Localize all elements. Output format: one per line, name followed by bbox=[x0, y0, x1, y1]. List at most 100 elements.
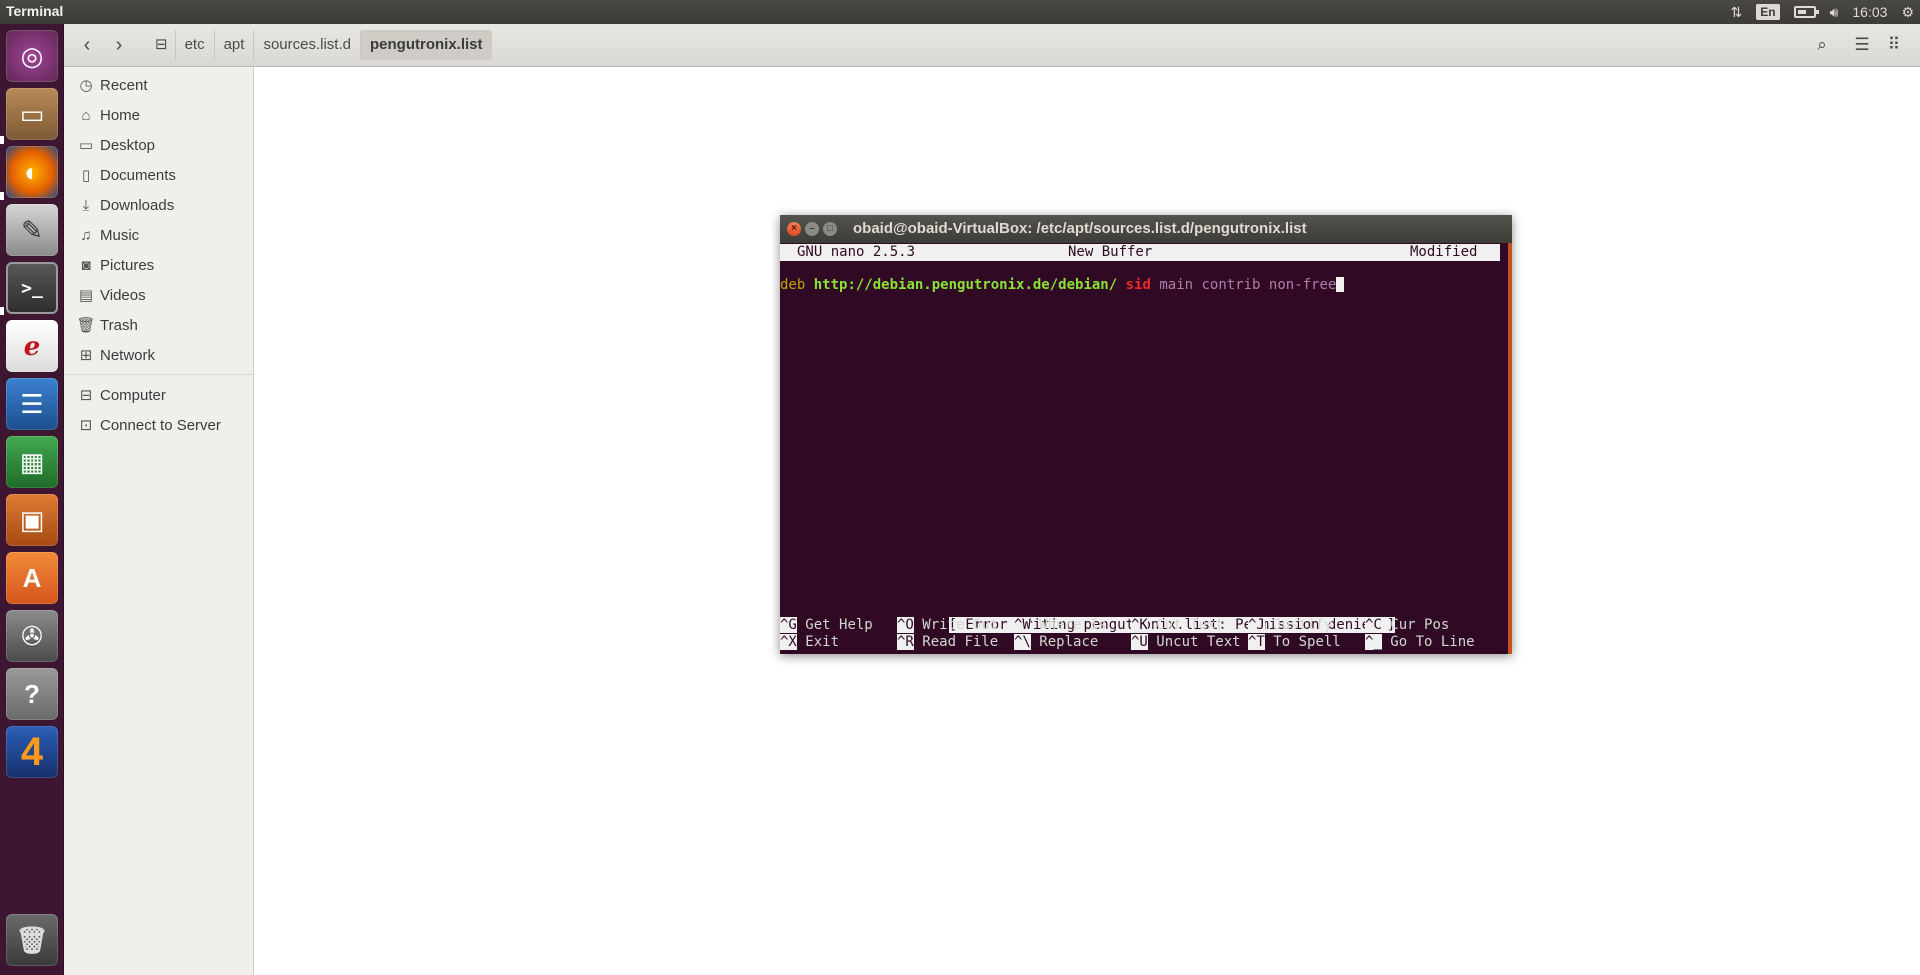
terminal-titlebar[interactable]: × – □ obaid@obaid-VirtualBox: /etc/apt/s… bbox=[780, 215, 1512, 243]
nano-title-bar: GNU nano 2.5.3 New Buffer Modified bbox=[780, 244, 1500, 261]
sidebar-item-desktop[interactable]: ▭ Desktop bbox=[64, 131, 253, 159]
sidebar-item-pictures[interactable]: ◙ Pictures bbox=[64, 251, 253, 279]
sidebar-item-label: Computer bbox=[100, 386, 166, 404]
writer-icon: ☰ bbox=[20, 388, 44, 419]
close-icon: × bbox=[791, 223, 797, 234]
repo-url: http://debian.pengutronix.de/debian/ bbox=[813, 277, 1118, 293]
launcher-trash[interactable]: 🗑︎ bbox=[6, 914, 58, 966]
launcher-running-pip bbox=[0, 307, 4, 315]
chevron-left-icon: ‹ bbox=[83, 33, 91, 56]
grid-view-icon: ⠿ bbox=[1887, 35, 1901, 54]
launcher-app-4[interactable]: 4 bbox=[6, 726, 58, 778]
download-icon: ⤓ bbox=[82, 196, 90, 214]
sidebar-divider bbox=[64, 374, 253, 375]
sidebar-item-connect-to-server[interactable]: ⊡ Connect to Server bbox=[64, 411, 253, 439]
sidebar-item-label: Music bbox=[100, 226, 140, 244]
ubuntu-logo-icon: ◎ bbox=[20, 40, 44, 71]
launcher-libreoffice-impress[interactable]: ▣ bbox=[6, 494, 58, 546]
launcher-system-settings[interactable]: ✇ bbox=[6, 610, 58, 662]
shortcut-cut-text[interactable]: ^K Cut Text bbox=[1131, 617, 1224, 634]
shortcut-to-spell[interactable]: ^T To Spell bbox=[1248, 634, 1341, 651]
sidebar-item-label: Desktop bbox=[100, 136, 156, 154]
minimize-icon: – bbox=[809, 223, 815, 234]
search-icon: ⌕ bbox=[1817, 35, 1827, 54]
volume-icon[interactable]: 🔊︎ bbox=[1830, 0, 1839, 24]
shortcut-read-file[interactable]: ^R Read File bbox=[897, 634, 998, 651]
help-icon: ? bbox=[24, 678, 40, 709]
launcher-libreoffice-calc[interactable]: ▦ bbox=[6, 436, 58, 488]
breadcrumb-root[interactable]: ⊟ bbox=[148, 30, 175, 60]
impress-icon: ▣ bbox=[19, 504, 45, 535]
terminal-window[interactable]: × – □ obaid@obaid-VirtualBox: /etc/apt/s… bbox=[780, 215, 1512, 654]
breadcrumb-sources-list-d[interactable]: sources.list.d bbox=[253, 30, 360, 60]
shortcut-justify[interactable]: ^J Justify bbox=[1248, 617, 1332, 634]
search-button[interactable]: ⌕ bbox=[1806, 30, 1838, 60]
editor-line-1[interactable]: deb http://debian.pengutronix.de/debian/… bbox=[780, 277, 1345, 294]
network-transfer-icon[interactable]: ⇅ bbox=[1730, 0, 1742, 24]
terminal-icon: >_ bbox=[21, 277, 43, 299]
launcher-libreoffice-writer[interactable]: ☰ bbox=[6, 378, 58, 430]
sidebar-item-label: Network bbox=[100, 346, 156, 364]
maximize-window-button[interactable]: □ bbox=[823, 222, 837, 236]
shortcut-uncut-text[interactable]: ^U Uncut Text bbox=[1131, 634, 1241, 651]
sidebar-item-home[interactable]: ⌂ Home bbox=[64, 101, 253, 129]
close-window-button[interactable]: × bbox=[787, 222, 801, 236]
forward-button[interactable]: › bbox=[104, 30, 134, 60]
sidebar-item-computer[interactable]: ⊟ Computer bbox=[64, 381, 253, 409]
launcher-terminal[interactable]: >_ bbox=[6, 262, 58, 314]
launcher-firefox[interactable]: ◐ bbox=[6, 146, 58, 198]
firefox-icon: ◐ bbox=[24, 156, 40, 187]
shortcut-go-to-line[interactable]: ^_ Go To Line bbox=[1365, 634, 1475, 651]
launcher-help[interactable]: ? bbox=[6, 668, 58, 720]
drive-icon: ⊟ bbox=[155, 36, 168, 53]
nano-buffer-name: New Buffer bbox=[1068, 244, 1153, 260]
breadcrumb: ⊟ etc apt sources.list.d pengutronix.lis… bbox=[148, 30, 492, 60]
battery-icon[interactable] bbox=[1793, 6, 1819, 18]
dist-name: sid bbox=[1125, 277, 1151, 293]
components: main contrib non-free bbox=[1159, 277, 1337, 293]
breadcrumb-apt[interactable]: apt bbox=[213, 30, 254, 60]
shortcut-replace[interactable]: ^\ Replace bbox=[1014, 634, 1098, 651]
sidebar-item-label: Documents bbox=[100, 166, 176, 184]
shortcut-write-out[interactable]: ^O Write Out bbox=[897, 617, 998, 634]
shortcut-where-is[interactable]: ^W Where Is bbox=[1014, 617, 1107, 634]
list-view-button[interactable]: ☰ bbox=[1846, 30, 1878, 60]
launcher-dash-ubuntu[interactable]: ◎ bbox=[6, 30, 58, 82]
clock[interactable]: 16:03 bbox=[1852, 4, 1887, 20]
back-button[interactable]: ‹ bbox=[72, 30, 102, 60]
shortcut-cur-pos[interactable]: ^C Cur Pos bbox=[1365, 617, 1449, 634]
sidebar-item-label: Videos bbox=[100, 286, 146, 304]
settings-gear-icon[interactable]: ⚙ bbox=[1901, 0, 1914, 24]
file-cabinet-icon: ▭ bbox=[19, 98, 45, 129]
video-icon: ▤ bbox=[78, 287, 94, 304]
launcher-text-editor[interactable]: ✎ bbox=[6, 204, 58, 256]
folder-icon: ▭ bbox=[78, 137, 94, 154]
sidebar-item-downloads[interactable]: ⤓ Downloads bbox=[64, 191, 253, 219]
breadcrumb-pengutronix-list[interactable]: pengutronix.list bbox=[360, 30, 492, 60]
sidebar-item-label: Recent bbox=[100, 76, 148, 94]
clock-icon: ◷ bbox=[79, 77, 93, 94]
active-app-title: Terminal bbox=[6, 3, 64, 19]
minimize-window-button[interactable]: – bbox=[805, 222, 819, 236]
deb-keyword: deb bbox=[780, 277, 806, 293]
sidebar-item-music[interactable]: ♫ Music bbox=[64, 221, 253, 249]
sidebar-item-documents[interactable]: ▯ Documents bbox=[64, 161, 253, 189]
shortcut-exit[interactable]: ^X Exit bbox=[780, 634, 839, 651]
terminal-title: obaid@obaid-VirtualBox: /etc/apt/sources… bbox=[853, 220, 1307, 237]
launcher: ◎ ▭ ◐ ✎ >_ ℯ ☰ ▦ ▣ A ✇ ? 4 🗑︎ bbox=[0, 24, 64, 975]
launcher-document-viewer[interactable]: ℯ bbox=[6, 320, 58, 372]
launcher-software-center[interactable]: A bbox=[6, 552, 58, 604]
shortcut-row-2: ^X Exit ^R Read File ^\ Replace ^U Uncut… bbox=[780, 634, 1512, 651]
terminal-body[interactable]: GNU nano 2.5.3 New Buffer Modified deb h… bbox=[780, 243, 1512, 654]
sidebar-item-videos[interactable]: ▤ Videos bbox=[64, 281, 253, 309]
launcher-running-pip bbox=[0, 136, 4, 144]
keyboard-layout-indicator[interactable]: En bbox=[1756, 4, 1780, 20]
shortcut-get-help[interactable]: ^G Get Help bbox=[780, 617, 873, 634]
launcher-files[interactable]: ▭ bbox=[6, 88, 58, 140]
sidebar-item-network[interactable]: ⊞ Network bbox=[64, 341, 253, 369]
sidebar-item-recent[interactable]: ◷ Recent bbox=[64, 71, 253, 99]
nano-version: GNU nano 2.5.3 bbox=[797, 244, 916, 260]
sidebar-item-trash[interactable]: 🗑︎ Trash bbox=[64, 311, 253, 339]
breadcrumb-etc[interactable]: etc bbox=[174, 30, 214, 60]
grid-view-button[interactable]: ⠿ bbox=[1878, 30, 1910, 60]
